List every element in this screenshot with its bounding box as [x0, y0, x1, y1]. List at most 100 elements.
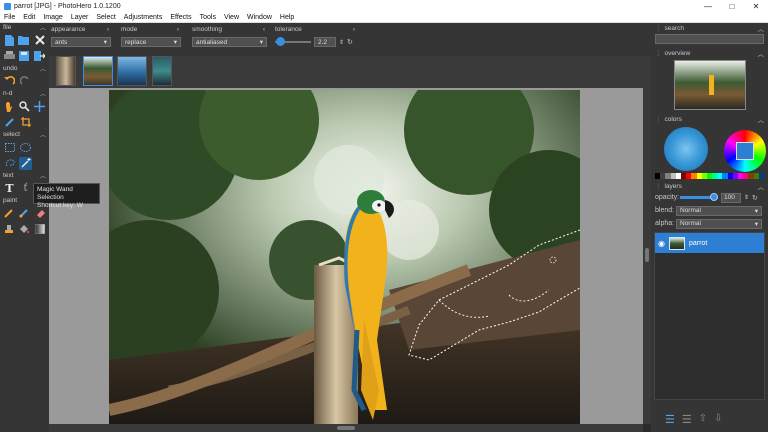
menu-tools[interactable]: Tools: [196, 14, 220, 21]
tolerance-slider[interactable]: [275, 37, 311, 47]
move-layer-up-icon[interactable]: ⇧: [699, 413, 707, 426]
text-path-icon[interactable]: ť: [19, 182, 32, 195]
tolerance-slider-knob[interactable]: [276, 37, 286, 46]
mode-label: mode: [121, 25, 138, 33]
tooltip-title: Magic Wand Selection: [37, 186, 73, 201]
ellipse-select-icon[interactable]: [19, 141, 32, 154]
title-bar: parrot [JPG] - PhotoHero 1.0.1200 — □ ✕: [0, 0, 768, 12]
tooltip-shortcut: Shortcut key: W: [37, 202, 83, 209]
menu-select[interactable]: Select: [92, 14, 119, 21]
close-icon[interactable]: [34, 34, 46, 47]
opacity-slider-knob[interactable]: [710, 193, 718, 201]
visibility-eye-icon[interactable]: ◉: [658, 239, 665, 248]
search-header[interactable]: ⋮ search ︿: [651, 23, 768, 33]
thumbnail-image[interactable]: [56, 56, 76, 86]
appearance-select[interactable]: ants ▾: [51, 37, 111, 47]
appearance-label: appearance: [51, 25, 86, 33]
section-select[interactable]: select ︿: [0, 130, 49, 139]
menu-effects[interactable]: Effects: [166, 14, 195, 21]
menu-view[interactable]: View: [220, 14, 243, 21]
menu-edit[interactable]: Edit: [19, 14, 39, 21]
alpha-label: alpha:: [655, 220, 675, 227]
color-palette[interactable]: [655, 173, 764, 179]
zoom-icon[interactable]: [18, 100, 30, 113]
fill-bucket-icon[interactable]: [18, 223, 30, 236]
thumbnail-image[interactable]: [117, 56, 147, 86]
hue-color-wheel[interactable]: [724, 130, 766, 172]
tool-tooltip: Magic Wand Selection Shortcut key: W: [33, 183, 100, 209]
section-file[interactable]: file ︿: [0, 23, 49, 32]
brush-icon[interactable]: [18, 207, 30, 220]
hand-icon[interactable]: [3, 100, 15, 113]
collapse-icon[interactable]: ‹: [107, 26, 109, 33]
alpha-select[interactable]: Normal ▾: [676, 218, 762, 229]
spinner-icon[interactable]: ⇕: [339, 39, 344, 46]
blend-select[interactable]: Normal ▾: [676, 205, 762, 216]
magic-wand-icon[interactable]: [19, 156, 32, 170]
tolerance-input[interactable]: 2.2: [314, 37, 336, 47]
smoothing-select[interactable]: antialiased ▾: [192, 37, 267, 47]
maximize-button[interactable]: □: [720, 2, 744, 11]
horizontal-scrollbar[interactable]: [49, 424, 643, 432]
menu-image[interactable]: Image: [39, 14, 66, 21]
tolerance-group: tolerance ‹ 2.2 ⇕ ↻: [275, 24, 357, 47]
move-layer-down-icon[interactable]: ⇩: [714, 413, 722, 426]
text-icon[interactable]: T: [3, 182, 16, 195]
thumbnail-image[interactable]: [152, 56, 172, 86]
vertical-scroll-thumb[interactable]: [645, 248, 649, 262]
menu-adjustments[interactable]: Adjustments: [120, 14, 167, 21]
reset-icon[interactable]: ↻: [347, 38, 353, 46]
layer-row[interactable]: ◉ parrot: [655, 233, 764, 253]
mode-select[interactable]: replace ▾: [121, 37, 181, 47]
primary-color-wheel[interactable]: [664, 127, 708, 171]
lasso-select-icon[interactable]: [3, 157, 16, 170]
export-icon[interactable]: [34, 50, 46, 63]
crop-icon[interactable]: [19, 116, 32, 129]
overview-header[interactable]: ⋮ overview ︿: [651, 48, 768, 58]
vertical-scrollbar[interactable]: [643, 88, 651, 424]
rectangle-select-icon[interactable]: [3, 141, 16, 154]
print-icon[interactable]: [3, 50, 15, 63]
reset-icon[interactable]: ↻: [752, 194, 758, 202]
color-picker-icon[interactable]: [3, 116, 16, 129]
thumbnail-parrot[interactable]: [83, 56, 113, 86]
collapse-icon[interactable]: ‹: [177, 26, 179, 33]
opacity-input[interactable]: 100: [721, 192, 741, 203]
new-file-icon[interactable]: [3, 34, 15, 47]
save-icon[interactable]: [18, 50, 30, 63]
parrot-photo[interactable]: [109, 90, 580, 424]
stamp-icon[interactable]: [3, 223, 15, 236]
right-panel: ⋮ search ︿ ⋮ overview ︿ ⋮ colors ︿ ⋮ layers ︿ op…: [651, 23, 768, 432]
overview-preview[interactable]: [673, 60, 746, 110]
section-nd[interactable]: n-d ︿: [0, 89, 49, 98]
smoothing-group: smoothing ‹ antialiased ▾: [192, 24, 267, 47]
opacity-slider[interactable]: [680, 193, 718, 202]
redo-icon[interactable]: [19, 75, 32, 88]
search-input[interactable]: [655, 34, 764, 44]
search-label: search: [664, 25, 685, 32]
blend-label: blend:: [655, 207, 675, 214]
colors-header[interactable]: ⋮ colors ︿: [651, 114, 768, 124]
move-icon[interactable]: [34, 100, 46, 113]
menu-layer[interactable]: Layer: [67, 14, 93, 21]
minimize-button[interactable]: —: [696, 2, 720, 11]
pencil-icon[interactable]: [3, 207, 15, 220]
menu-help[interactable]: Help: [276, 14, 298, 21]
collapse-icon[interactable]: ‹: [263, 26, 265, 33]
layers-header[interactable]: ⋮ layers ︿: [651, 181, 768, 191]
undo-icon[interactable]: [3, 75, 16, 88]
canvas-area[interactable]: [49, 88, 643, 424]
add-layer-icon[interactable]: ☰: [665, 413, 675, 426]
duplicate-layer-icon[interactable]: ☰: [682, 413, 692, 426]
open-folder-icon[interactable]: [18, 34, 30, 47]
section-text[interactable]: text ︿: [0, 171, 49, 180]
menu-file[interactable]: File: [0, 14, 19, 21]
collapse-icon[interactable]: ‹: [353, 26, 355, 33]
menu-window[interactable]: Window: [243, 14, 276, 21]
close-window-button[interactable]: ✕: [744, 2, 768, 11]
horizontal-scroll-thumb[interactable]: [337, 426, 355, 430]
spinner-icon[interactable]: ⇕: [744, 194, 749, 201]
palette-swatch[interactable]: [758, 173, 764, 179]
gradient-icon[interactable]: [34, 223, 46, 236]
section-undo[interactable]: undo ︿: [0, 64, 49, 73]
